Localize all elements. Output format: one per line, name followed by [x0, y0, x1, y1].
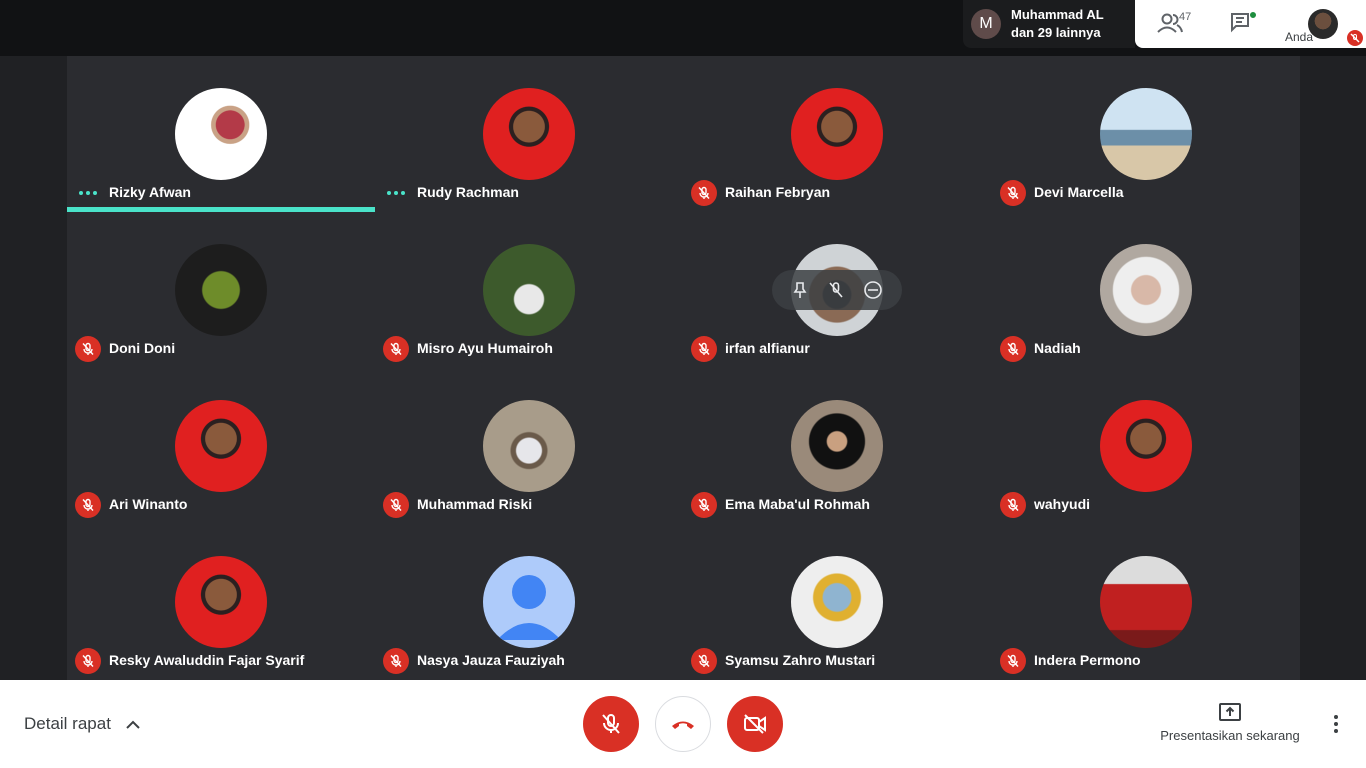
participant-tile[interactable]: wahyudi [992, 368, 1300, 524]
leave-call-button[interactable] [655, 696, 711, 752]
presenter-name: Muhammad AL [1011, 7, 1104, 22]
presenter-text: Muhammad AL dan 29 lainnya [1011, 6, 1104, 42]
more-options-button[interactable] [1326, 712, 1346, 736]
participant-tile[interactable]: Ema Maba'ul Rohmah [683, 368, 991, 524]
camera-off-icon [744, 714, 766, 734]
participant-avatar [483, 88, 575, 180]
camera-toggle-button[interactable] [727, 696, 783, 752]
mic-off-icon [1000, 648, 1026, 674]
default-person-icon [497, 575, 561, 640]
mute-participant-icon[interactable] [827, 281, 845, 299]
participant-name: Ari Winanto [109, 496, 188, 512]
presenter-chip[interactable]: M Muhammad AL dan 29 lainnya [963, 0, 1135, 48]
left-margin [0, 56, 67, 680]
self-muted-icon [1347, 30, 1363, 46]
participant-name: Rizky Afwan [109, 184, 191, 200]
presenter-others: dan 29 lainnya [1011, 25, 1101, 40]
participant-tile[interactable]: Raihan Febryan [683, 56, 991, 212]
participant-tile[interactable]: Syamsu Zahro Mustari [683, 524, 991, 680]
remove-participant-icon[interactable] [863, 280, 883, 300]
participant-name: Raihan Febryan [725, 184, 831, 200]
mic-off-icon [383, 492, 409, 518]
tile-hover-controls [772, 270, 902, 310]
participant-avatar [1100, 88, 1192, 180]
pin-icon[interactable] [791, 281, 809, 299]
participant-avatar [175, 556, 267, 648]
participant-name: Misro Ayu Humairoh [417, 340, 553, 356]
mic-off-icon [1000, 180, 1026, 206]
meeting-details-button[interactable]: Detail rapat [24, 714, 141, 734]
participant-tile[interactable]: Rizky Afwan [67, 56, 375, 212]
participant-tile[interactable]: Rudy Rachman [375, 56, 683, 212]
participant-avatar [1100, 244, 1192, 336]
mic-off-icon [1000, 336, 1026, 362]
mic-off-icon [383, 336, 409, 362]
participant-avatar [791, 400, 883, 492]
participant-avatar [1100, 400, 1192, 492]
participant-tile[interactable]: Devi Marcella [992, 56, 1300, 212]
hang-up-icon [672, 721, 694, 729]
participant-name: Muhammad Riski [417, 496, 533, 512]
mic-off-icon [691, 336, 717, 362]
participant-tile[interactable]: Nadiah [992, 212, 1300, 368]
participant-name: Resky Awaluddin Fajar Syarif [109, 652, 305, 668]
participant-tile[interactable]: Doni Doni [67, 212, 375, 368]
participant-tile[interactable]: Resky Awaluddin Fajar Syarif [67, 524, 375, 680]
mic-off-icon [691, 648, 717, 674]
self-label: Anda [1285, 30, 1314, 44]
mic-off-icon [691, 492, 717, 518]
mic-off-icon [602, 714, 620, 734]
right-margin [1300, 56, 1366, 680]
participant-name: Devi Marcella [1034, 184, 1124, 200]
mic-off-icon [1000, 492, 1026, 518]
participant-avatar [175, 88, 267, 180]
mic-off-icon [75, 648, 101, 674]
present-now-button[interactable]: Presentasikan sekarang [1158, 702, 1302, 743]
mic-off-icon [75, 336, 101, 362]
participant-avatar [483, 244, 575, 336]
meeting-details-label: Detail rapat [24, 714, 111, 733]
participant-avatar [1100, 556, 1192, 648]
participant-name: irfan alfianur [725, 340, 810, 356]
mic-off-icon [691, 180, 717, 206]
presenter-avatar: M [971, 9, 1001, 39]
participant-avatar [791, 556, 883, 648]
participant-tile[interactable]: Nasya Jauza Fauziyah [375, 524, 683, 680]
meet-window: M Muhammad AL dan 29 lainnya 47 Anda Riz… [0, 0, 1366, 768]
participant-name: Indera Permono [1034, 652, 1141, 668]
microphone-toggle-button[interactable] [583, 696, 639, 752]
present-screen-icon [1219, 703, 1241, 721]
present-now-label: Presentasikan sekarang [1160, 728, 1300, 743]
participant-name: Syamsu Zahro Mustari [725, 652, 876, 668]
participant-tile[interactable]: Misro Ayu Humairoh [375, 212, 683, 368]
participant-name: wahyudi [1034, 496, 1091, 512]
participant-name: Ema Maba'ul Rohmah [725, 496, 870, 512]
chat-unread-dot [1249, 11, 1257, 19]
participant-avatar [483, 400, 575, 492]
mic-off-icon [75, 492, 101, 518]
participant-name: Nadiah [1034, 340, 1081, 356]
speaking-dots-icon [383, 180, 409, 206]
participant-avatar [483, 556, 575, 648]
participant-avatar [791, 88, 883, 180]
participant-tile[interactable]: Ari Winanto [67, 368, 375, 524]
speaking-dots-icon [75, 180, 101, 206]
participant-tile[interactable]: Muhammad Riski [375, 368, 683, 524]
participant-name: Nasya Jauza Fauziyah [417, 652, 565, 668]
more-vert-icon [1334, 715, 1338, 733]
mic-off-icon [383, 648, 409, 674]
participant-avatar [175, 400, 267, 492]
participant-tile[interactable]: Indera Permono [992, 524, 1300, 680]
participant-name: Rudy Rachman [417, 184, 519, 200]
participant-name: Doni Doni [109, 340, 176, 356]
chevron-up-icon [126, 720, 140, 729]
people-count: 47 [1179, 11, 1192, 23]
participant-avatar [175, 244, 267, 336]
